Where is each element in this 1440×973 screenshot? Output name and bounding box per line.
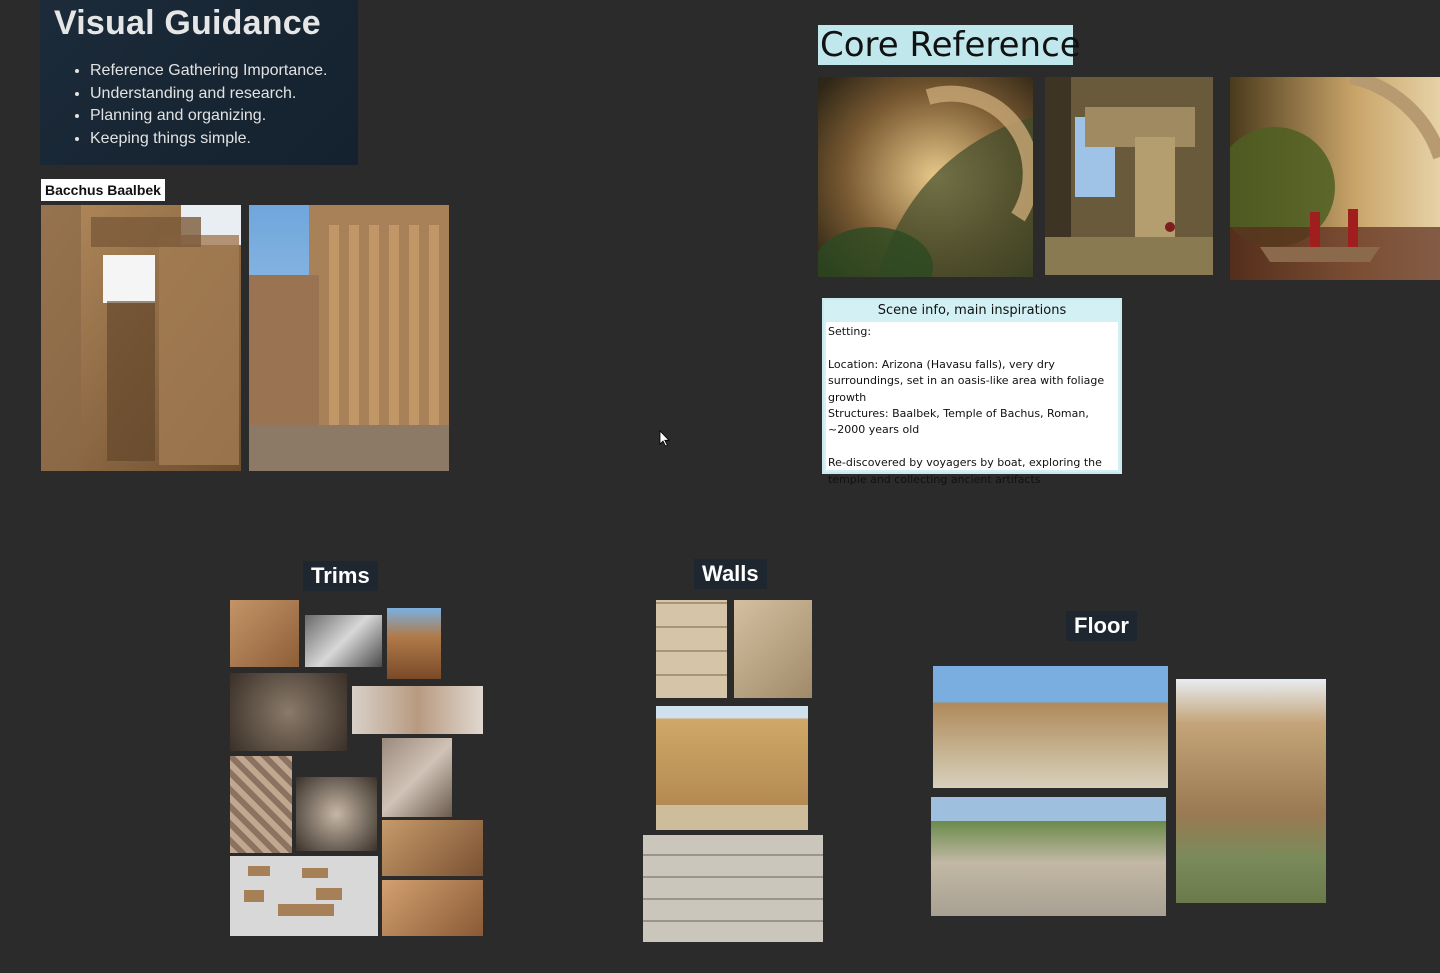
- list-item: Reference Gathering Importance.: [90, 60, 327, 83]
- wall-image[interactable]: [656, 600, 727, 698]
- temple-colonnade-image: [249, 205, 449, 471]
- list-item: Planning and organizing.: [90, 105, 327, 128]
- core-reference-image-3[interactable]: [1230, 77, 1440, 280]
- ruins-pool-painting: [818, 77, 1033, 277]
- list-item: Keeping things simple.: [90, 128, 327, 151]
- bacchus-baalbek-label: Bacchus Baalbek: [41, 179, 165, 201]
- scene-info-line: Setting:: [828, 325, 872, 338]
- trims-label: Trims: [303, 561, 378, 591]
- trim-image[interactable]: [382, 738, 452, 817]
- trim-image[interactable]: [387, 608, 441, 679]
- floor-image[interactable]: [931, 797, 1166, 916]
- floor-label: Floor: [1066, 611, 1137, 641]
- walls-label: Walls: [694, 559, 767, 589]
- scene-info-body: Setting: Location: Arizona (Havasu falls…: [826, 322, 1118, 486]
- floor-image[interactable]: [933, 666, 1168, 788]
- trim-image[interactable]: [382, 880, 483, 936]
- wall-image[interactable]: [734, 600, 812, 698]
- bacchus-photo-2[interactable]: [249, 205, 449, 471]
- core-reference-title: Core Reference: [818, 25, 1081, 65]
- temple-interior-painting: [1045, 77, 1213, 275]
- wall-image[interactable]: [643, 835, 823, 942]
- list-item: Understanding and research.: [90, 83, 327, 106]
- scene-info-line: [828, 439, 1116, 455]
- visual-guidance-list: Reference Gathering Importance. Understa…: [62, 60, 327, 150]
- floor-image[interactable]: [1176, 679, 1326, 903]
- core-reference-image-1[interactable]: [818, 77, 1033, 277]
- mouse-cursor-icon: [659, 430, 670, 447]
- bacchus-photo-1[interactable]: [41, 205, 241, 471]
- scene-info-line: Re-discovered by voyagers by boat, explo…: [828, 456, 1102, 486]
- temple-doorway-image: [41, 205, 241, 471]
- trim-image[interactable]: [352, 686, 483, 734]
- trim-image[interactable]: [230, 600, 299, 667]
- trim-image[interactable]: [305, 615, 382, 667]
- trim-image[interactable]: [296, 777, 377, 851]
- scene-info-header: Scene info, main inspirations: [877, 303, 1067, 318]
- visual-guidance-card: Visual Guidance Reference Gathering Impo…: [40, 0, 358, 165]
- scene-info-card: Scene info, main inspirations Setting: L…: [822, 298, 1122, 486]
- trim-image[interactable]: [230, 856, 378, 936]
- scene-info-line: [828, 340, 1116, 356]
- stone-fragments-image: [244, 866, 342, 916]
- wall-image[interactable]: [656, 706, 808, 830]
- trim-image[interactable]: [230, 756, 292, 853]
- trim-image[interactable]: [230, 673, 347, 751]
- trim-image[interactable]: [382, 820, 483, 876]
- scene-info-line: Location: Arizona (Havasu falls), very d…: [828, 357, 1105, 404]
- scene-info-line: Structures: Baalbek, Temple of Bachus, R…: [828, 407, 1089, 437]
- core-reference-image-2[interactable]: [1045, 77, 1213, 275]
- boat-voyagers-painting: [1230, 77, 1440, 280]
- visual-guidance-title: Visual Guidance: [54, 4, 321, 42]
